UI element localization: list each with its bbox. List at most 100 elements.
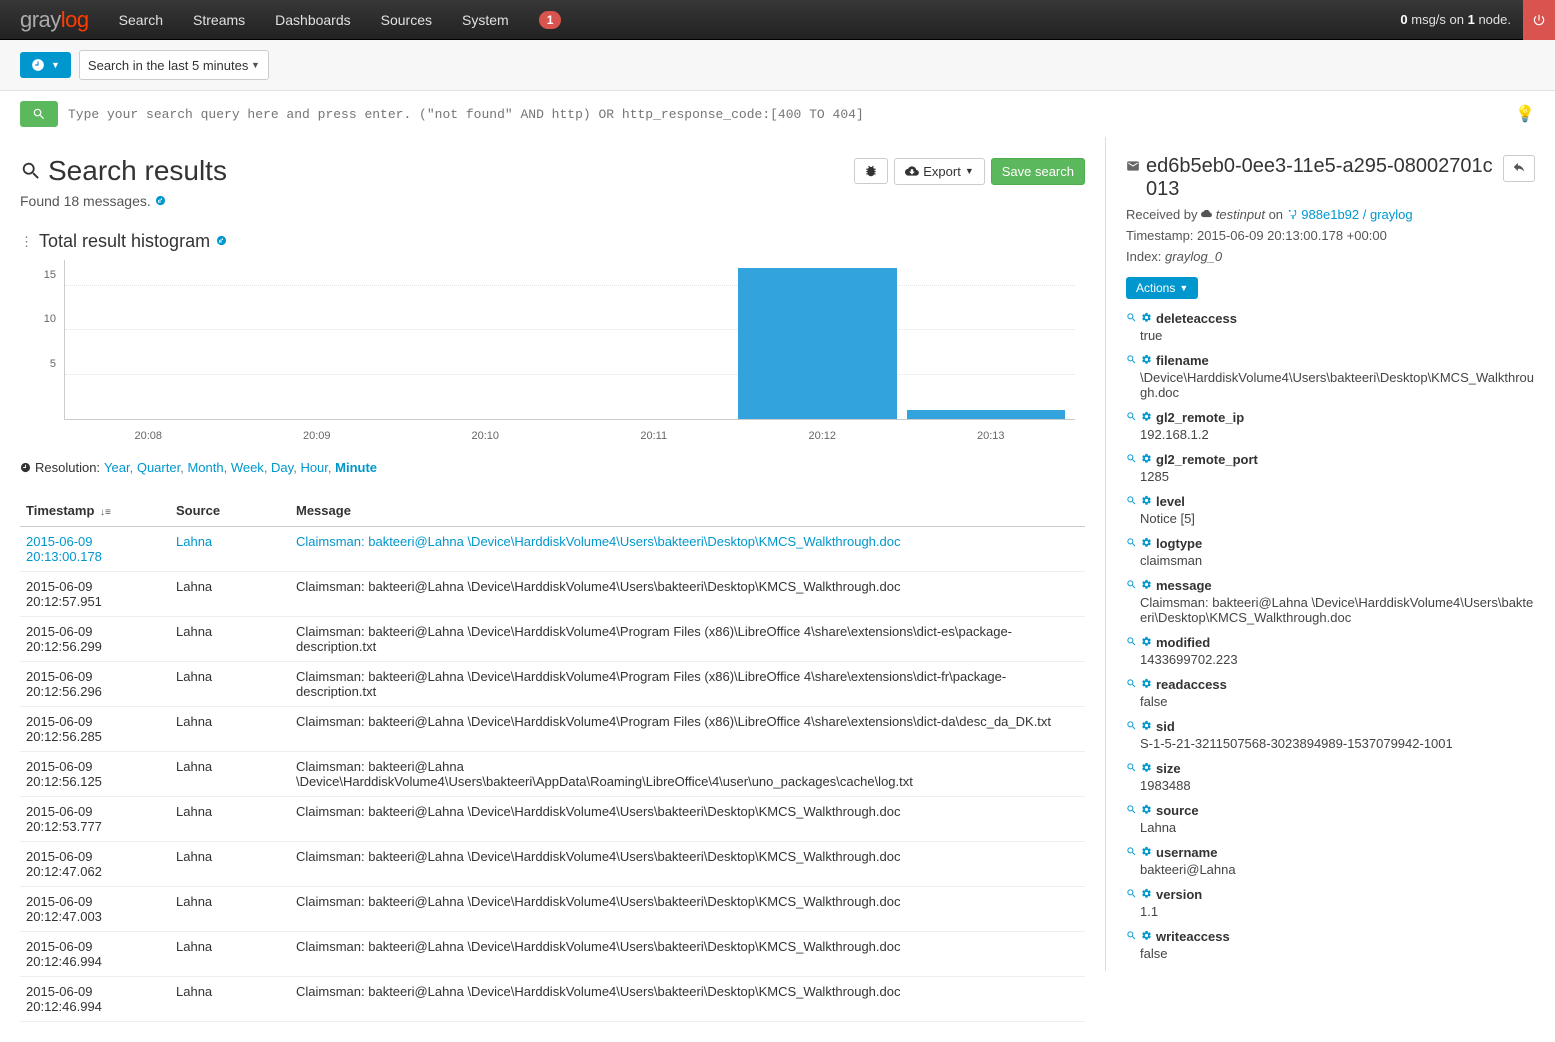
search-icon[interactable] [1126,846,1137,860]
field-writeaccess: writeaccessfalse [1126,929,1535,961]
col-timestamp[interactable]: Timestamp ↓≡ [20,495,170,527]
lightbulb-icon[interactable]: 💡 [1515,104,1535,124]
search-icon[interactable] [1126,354,1137,368]
table-row[interactable]: 2015-06-09 20:12:47.003LahnaClaimsman: b… [20,887,1085,932]
chart-bar[interactable] [738,268,896,419]
gear-icon[interactable] [1141,537,1152,551]
field-name: modified [1156,635,1210,650]
gear-icon[interactable] [1141,846,1152,860]
field-username: usernamebakteeri@Lahna [1126,845,1535,877]
gear-icon[interactable] [1141,579,1152,593]
clock-icon [31,58,45,72]
field-value: Claimsman: bakteeri@Lahna \Device\Harddi… [1140,595,1535,625]
table-row[interactable]: 2015-06-09 20:12:46.994LahnaClaimsman: b… [20,977,1085,1022]
resolution-day[interactable]: Day [271,460,293,475]
table-row[interactable]: 2015-06-09 20:12:56.285LahnaClaimsman: b… [20,707,1085,752]
gear-icon[interactable] [1141,411,1152,425]
resolution-month[interactable]: Month [187,460,223,475]
table-row[interactable]: 2015-06-09 20:12:53.777LahnaClaimsman: b… [20,797,1085,842]
resolution-week[interactable]: Week [231,460,264,475]
gear-icon[interactable] [1141,888,1152,902]
field-level: levelNotice [5] [1126,494,1535,526]
search-button[interactable] [20,101,58,127]
table-row[interactable]: 2015-06-09 20:12:56.125LahnaClaimsman: b… [20,752,1085,797]
nav-search[interactable]: Search [119,12,163,28]
table-row[interactable]: 2015-06-09 20:13:00.178LahnaClaimsman: b… [20,527,1085,572]
sort-desc-icon: ↓≡ [100,507,111,518]
gear-icon[interactable] [1141,354,1152,368]
gear-icon[interactable] [1141,678,1152,692]
resolution-label: Resolution: [35,460,100,475]
resolution-year[interactable]: Year [104,460,130,475]
gear-icon[interactable] [1141,453,1152,467]
gear-icon[interactable] [1141,930,1152,944]
cell-message: Claimsman: bakteeri@Lahna \Device\Harddi… [290,797,1085,842]
envelope-icon [1126,159,1140,178]
search-icon[interactable] [1126,537,1137,551]
col-message[interactable]: Message [290,495,1085,527]
found-count: Found 18 messages. [20,193,1085,209]
table-row[interactable]: 2015-06-09 20:12:57.951LahnaClaimsman: b… [20,572,1085,617]
field-version: version1.1 [1126,887,1535,919]
cell-message: Claimsman: bakteeri@Lahna \Device\Harddi… [290,617,1085,662]
save-search-button[interactable]: Save search [991,158,1085,185]
search-icon[interactable] [1126,636,1137,650]
chart-bar[interactable] [907,410,1065,419]
nav-streams[interactable]: Streams [193,12,245,28]
power-button[interactable] [1523,0,1555,40]
field-value: false [1140,694,1535,709]
nav-sources[interactable]: Sources [381,12,432,28]
cell-message: Claimsman: bakteeri@Lahna \Device\Harddi… [290,707,1085,752]
back-button[interactable] [1503,155,1535,182]
dashboard-add-icon[interactable] [216,234,227,249]
col-source[interactable]: Source [170,495,290,527]
search-icon[interactable] [1126,312,1137,326]
search-icon[interactable] [1126,411,1137,425]
reply-icon [1512,160,1526,174]
table-row[interactable]: 2015-06-09 20:12:47.062LahnaClaimsman: b… [20,842,1085,887]
search-icon[interactable] [1126,888,1137,902]
search-icon[interactable] [1126,495,1137,509]
gear-icon[interactable] [1141,762,1152,776]
actions-button[interactable]: Actions ▼ [1126,277,1198,299]
table-row[interactable]: 2015-06-09 20:12:56.299LahnaClaimsman: b… [20,617,1085,662]
resolution-hour[interactable]: Hour [300,460,327,475]
search-icon[interactable] [1126,804,1137,818]
search-input[interactable] [68,107,1505,122]
bug-button[interactable] [854,158,888,184]
resolution-minute[interactable]: Minute [335,460,377,475]
cell-message: Claimsman: bakteeri@Lahna \Device\Harddi… [290,662,1085,707]
search-icon[interactable] [1126,453,1137,467]
field-gl2_remote_port: gl2_remote_port1285 [1126,452,1535,484]
field-source: sourceLahna [1126,803,1535,835]
field-gl2_remote_ip: gl2_remote_ip192.168.1.2 [1126,410,1535,442]
cell-message: Claimsman: bakteeri@Lahna \Device\Harddi… [290,932,1085,977]
gear-icon[interactable] [1141,312,1152,326]
notification-badge[interactable]: 1 [539,11,562,29]
gear-icon[interactable] [1141,804,1152,818]
message-meta: Received by testinput on 988e1b92 / gray… [1126,205,1535,267]
node-link[interactable]: 988e1b92 / graylog [1287,207,1413,222]
drag-handle-icon[interactable]: ⋮ [20,234,33,250]
time-range-type-button[interactable]: ▼ [20,52,71,78]
gear-icon[interactable] [1141,495,1152,509]
time-range-select[interactable]: Search in the last 5 minutes ▼ [79,50,269,80]
field-name: writeaccess [1156,929,1230,944]
export-button[interactable]: Export ▼ [894,158,985,185]
histogram-chart[interactable]: 5101520:0820:0920:1020:1120:1220:13 [20,260,1085,450]
search-icon[interactable] [1126,930,1137,944]
search-icon[interactable] [1126,678,1137,692]
search-icon[interactable] [1126,720,1137,734]
table-row[interactable]: 2015-06-09 20:12:46.994LahnaClaimsman: b… [20,932,1085,977]
cloud-icon [1201,207,1216,222]
nav-dashboards[interactable]: Dashboards [275,12,351,28]
search-icon[interactable] [1126,579,1137,593]
nav-system[interactable]: System [462,12,509,28]
resolution-quarter[interactable]: Quarter [137,460,180,475]
search-icon[interactable] [1126,762,1137,776]
dashboard-add-icon[interactable] [155,194,166,209]
table-row[interactable]: 2015-06-09 20:12:56.296LahnaClaimsman: b… [20,662,1085,707]
logo[interactable]: graylog [20,7,89,33]
gear-icon[interactable] [1141,636,1152,650]
gear-icon[interactable] [1141,720,1152,734]
